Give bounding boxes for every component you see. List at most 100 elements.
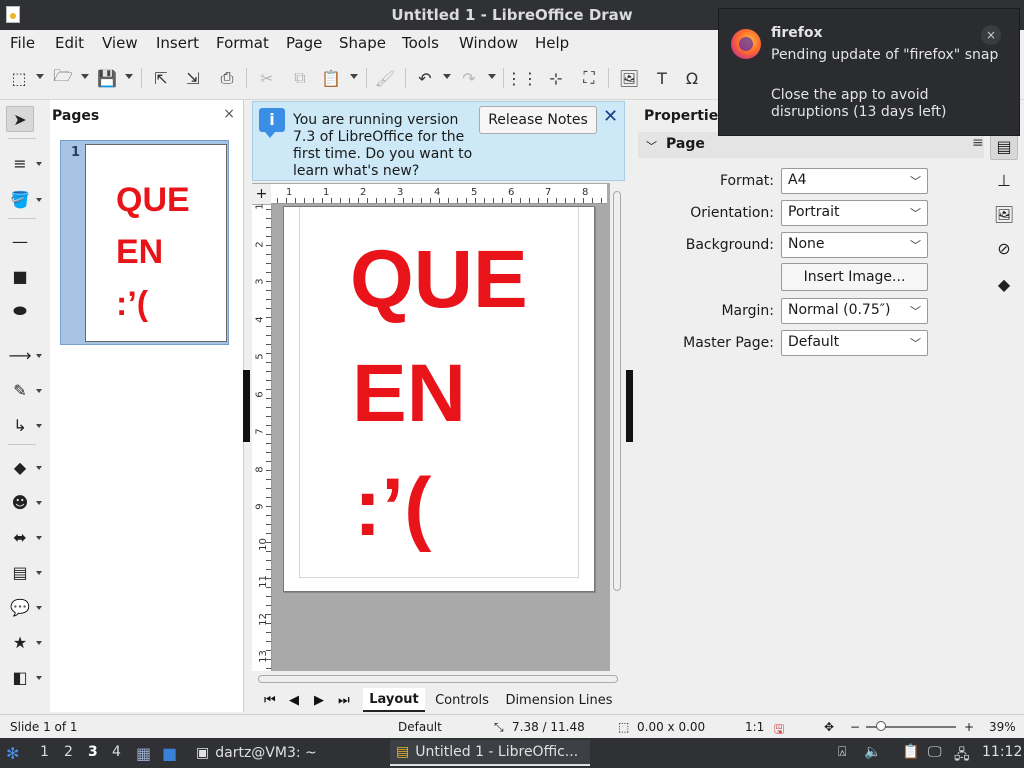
menu-help[interactable]: Help: [535, 34, 569, 52]
vertical-scrollbar[interactable]: [610, 183, 625, 671]
arrow-line-icon[interactable]: ⟶: [6, 342, 34, 368]
menu-edit[interactable]: Edit: [55, 34, 84, 52]
block-arrows-icon[interactable]: ⬌: [6, 524, 34, 550]
flowchart-icon[interactable]: ▤: [6, 559, 34, 585]
fill-color-icon[interactable]: 🪣: [6, 186, 34, 212]
next-tab-icon[interactable]: ▶: [314, 693, 324, 708]
display-icon[interactable]: 🖵: [928, 744, 942, 760]
copy-icon[interactable]: ⧉: [289, 67, 311, 89]
horizontal-scrollbar[interactable]: [252, 671, 625, 687]
tab-dimension-lines[interactable]: Dimension Lines: [504, 688, 614, 712]
gallery-deck-icon[interactable]: 🖼: [990, 200, 1018, 228]
line-color-icon[interactable]: ≡: [6, 150, 34, 176]
new-document-icon[interactable]: ⬚: [8, 67, 30, 89]
grid-icon[interactable]: ⋮⋮: [506, 67, 538, 89]
zoom-out-button[interactable]: −: [850, 720, 860, 734]
clock[interactable]: 11:12: [982, 744, 1022, 760]
workspace-3[interactable]: 3: [88, 744, 98, 760]
menu-file[interactable]: File: [10, 34, 35, 52]
flowchart-dropdown-arrow[interactable]: [36, 571, 42, 575]
undo-icon[interactable]: ↶: [414, 67, 436, 89]
page-thumbnail-1[interactable]: 1 QUE EN :’(: [60, 140, 229, 345]
zoom-in-button[interactable]: +: [964, 720, 974, 734]
workspace-2[interactable]: 2: [64, 744, 73, 760]
redo-dropdown-arrow[interactable]: [488, 74, 496, 79]
text-box-icon[interactable]: T: [651, 67, 673, 89]
pages-pane-close-icon[interactable]: ×: [223, 106, 235, 122]
basic-shapes-dropdown-arrow[interactable]: [36, 466, 42, 470]
connector-tool-icon[interactable]: ↳: [6, 412, 34, 438]
document-text-line-1[interactable]: QUE: [350, 239, 528, 321]
curve-dropdown-arrow[interactable]: [36, 389, 42, 393]
menu-format[interactable]: Format: [216, 34, 269, 52]
margin-select[interactable]: Normal (0.75″) ﹀: [781, 298, 928, 324]
shapes-deck-icon[interactable]: ◆: [990, 270, 1018, 298]
libreoffice-task[interactable]: ▤ Untitled 1 - LibreOffic...: [390, 740, 590, 766]
connector-dropdown-arrow[interactable]: [36, 424, 42, 428]
menu-view[interactable]: View: [102, 34, 138, 52]
show-desktop-icon[interactable]: ■: [162, 744, 177, 763]
new-dropdown-arrow[interactable]: [36, 74, 44, 79]
stars-dropdown-arrow[interactable]: [36, 641, 42, 645]
clipboard-icon[interactable]: 📋: [902, 744, 919, 760]
paste-dropdown-arrow[interactable]: [350, 74, 358, 79]
callouts-icon[interactable]: 💬: [6, 594, 34, 620]
previous-tab-icon[interactable]: ◀: [289, 693, 299, 708]
symbol-shapes-smiley-icon[interactable]: ☻: [6, 489, 34, 515]
section-menu-icon[interactable]: ≡: [972, 135, 984, 151]
menu-tools[interactable]: Tools: [402, 34, 439, 52]
properties-deck-icon[interactable]: ▤: [990, 132, 1018, 160]
horizontal-scrollbar-thumb[interactable]: [258, 675, 618, 683]
save-dropdown-arrow[interactable]: [125, 74, 133, 79]
last-tab-icon[interactable]: ⏭: [338, 693, 350, 708]
menu-page[interactable]: Page: [286, 34, 322, 52]
export-icon[interactable]: ⇱: [150, 67, 172, 89]
special-character-icon[interactable]: Ω: [681, 67, 703, 89]
curve-tool-icon[interactable]: ✎: [6, 377, 34, 403]
workspace-1[interactable]: 1: [40, 744, 49, 760]
sidebar-collapse-handle[interactable]: [626, 370, 633, 442]
menu-window[interactable]: Window: [459, 34, 518, 52]
save-icon[interactable]: 💾: [96, 67, 118, 89]
zoom-page-icon[interactable]: ⛶: [578, 67, 600, 89]
clone-formatting-icon[interactable]: 🖌: [374, 67, 396, 89]
insert-image-button[interactable]: Insert Image...: [781, 263, 928, 291]
styles-deck-icon[interactable]: ⊥: [990, 166, 1018, 194]
print-icon[interactable]: ⎙: [216, 67, 238, 89]
undo-dropdown-arrow[interactable]: [443, 74, 451, 79]
volume-icon[interactable]: 🔈: [864, 744, 881, 760]
workspace-4[interactable]: 4: [112, 744, 121, 760]
first-tab-icon[interactable]: ⏮: [264, 693, 276, 708]
callouts-dropdown-arrow[interactable]: [36, 606, 42, 610]
ruler-corner[interactable]: +: [252, 184, 271, 204]
menu-insert[interactable]: Insert: [156, 34, 199, 52]
open-dropdown-arrow[interactable]: [81, 74, 89, 79]
zoom-slider[interactable]: [866, 721, 956, 731]
file-manager-icon[interactable]: ▦: [136, 744, 151, 763]
line-tool-icon[interactable]: —: [6, 228, 34, 254]
terminal-task[interactable]: ▣ dartz@VM3: ~: [190, 740, 323, 766]
fit-page-icon[interactable]: ✥: [824, 720, 834, 734]
rectangle-tool-icon[interactable]: ■: [6, 263, 34, 289]
insert-image-icon[interactable]: 🖼: [618, 67, 640, 89]
basic-shapes-diamond-icon[interactable]: ◆: [6, 454, 34, 480]
firefox-update-notification[interactable]: firefox × Pending update of "firefox" sn…: [718, 8, 1020, 136]
redo-icon[interactable]: ↷: [458, 67, 480, 89]
fill-color-dropdown-arrow[interactable]: [36, 198, 42, 202]
helplines-icon[interactable]: ⊹: [545, 67, 567, 89]
ellipse-tool-icon[interactable]: ⬬: [6, 298, 34, 324]
horizontal-ruler[interactable]: 1 1 2 3 4 5 6 7 8: [271, 184, 607, 204]
symbol-shapes-dropdown-arrow[interactable]: [36, 501, 42, 505]
line-color-dropdown-arrow[interactable]: [36, 162, 42, 166]
select-pointer-icon[interactable]: ➤: [6, 106, 34, 132]
notification-close-icon[interactable]: ×: [981, 25, 1001, 45]
pages-pane-collapse-handle[interactable]: [243, 370, 250, 442]
zoom-slider-knob[interactable]: [876, 721, 886, 731]
open-folder-icon[interactable]: 🗁: [52, 66, 74, 89]
vertical-scrollbar-thumb[interactable]: [613, 191, 621, 591]
stars-icon[interactable]: ★: [6, 629, 34, 655]
document-text-line-3[interactable]: :’(: [354, 467, 431, 549]
export-pdf-icon[interactable]: ⇲: [182, 67, 204, 89]
format-select[interactable]: A4 ﹀: [781, 168, 928, 194]
document-text-line-2[interactable]: EN: [352, 353, 466, 435]
